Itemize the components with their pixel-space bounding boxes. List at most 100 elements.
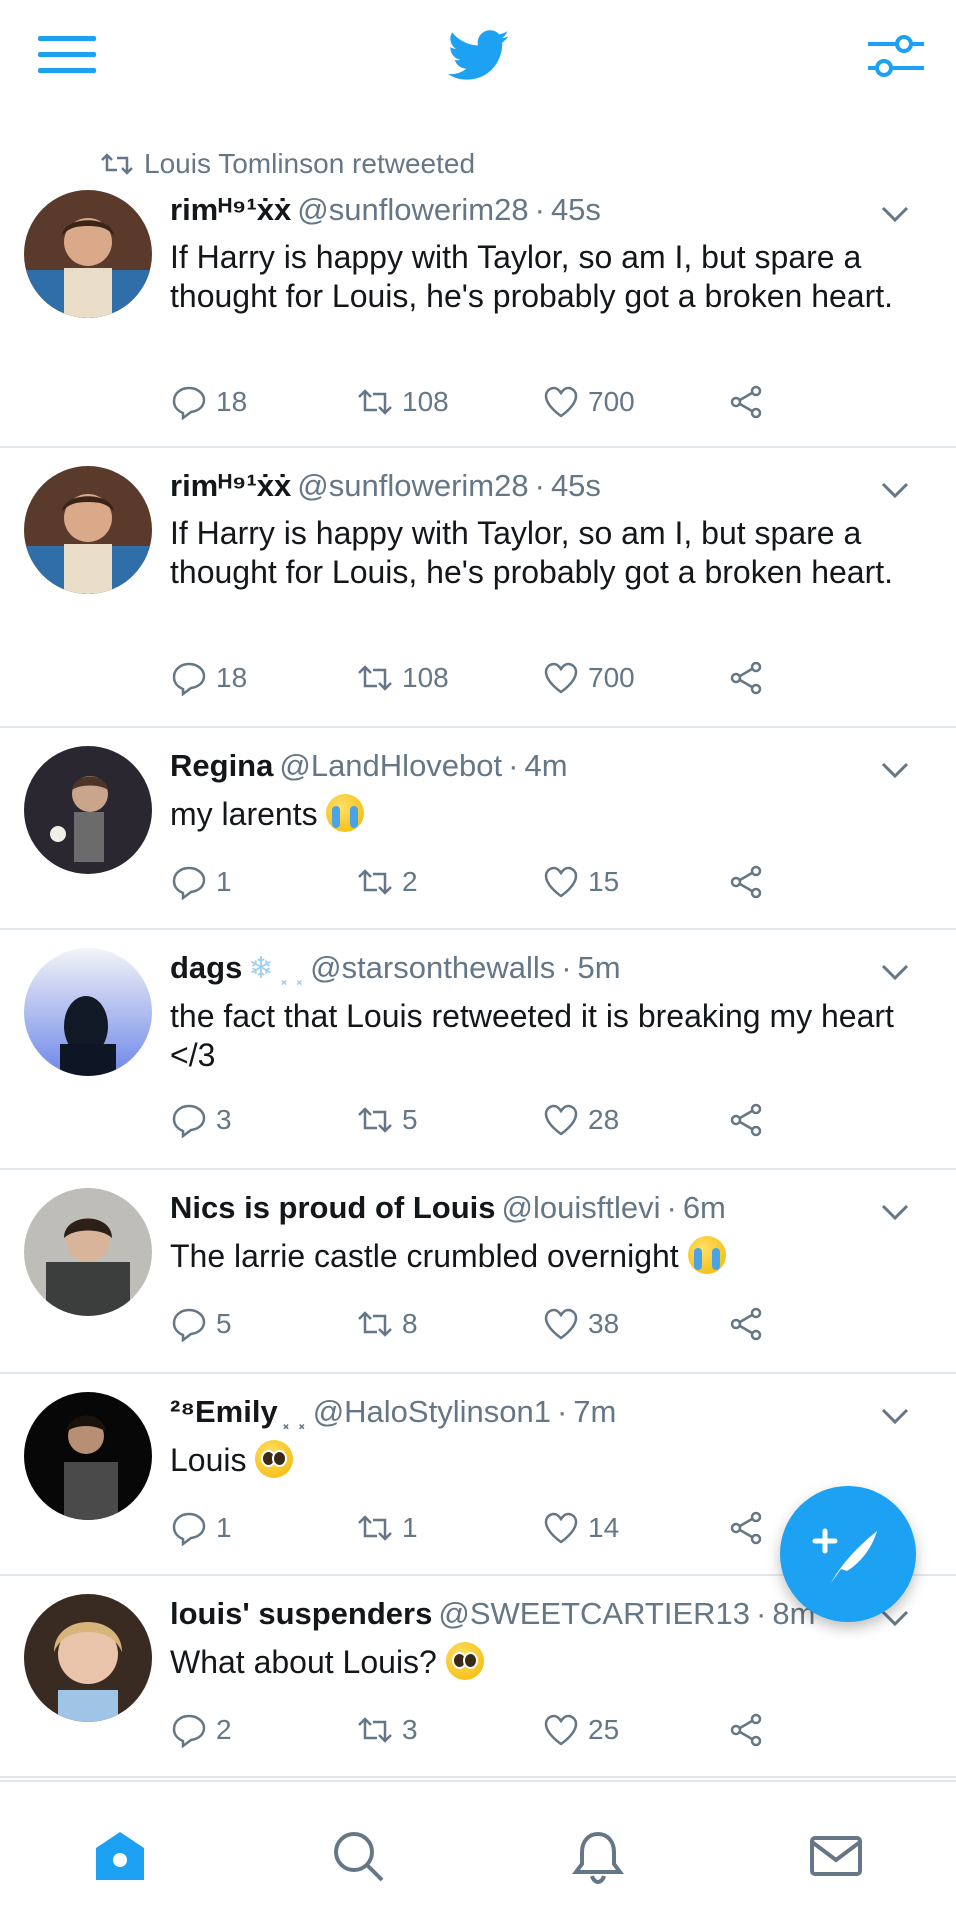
share-button[interactable] bbox=[728, 384, 788, 420]
retweet-banner: Louis Tomlinson retweeted bbox=[100, 148, 475, 180]
retweet-button[interactable]: 108 bbox=[356, 384, 542, 420]
display-name[interactable]: louis' suspenders bbox=[170, 1594, 432, 1634]
like-count: 28 bbox=[588, 1104, 620, 1135]
user-handle[interactable]: @louisftlevi bbox=[502, 1188, 661, 1228]
heart-icon bbox=[544, 1104, 578, 1136]
reply-button[interactable]: 5 bbox=[170, 1306, 356, 1342]
retweet-button[interactable]: 8 bbox=[356, 1306, 542, 1342]
like-button[interactable]: 38 bbox=[542, 1306, 728, 1342]
compose-tweet-button[interactable] bbox=[780, 1486, 916, 1622]
display-name[interactable]: Regina bbox=[170, 746, 273, 786]
tweet-header: rimᴴ⁹¹ẋẋ @sunflowerim28 · 45s bbox=[170, 190, 916, 230]
chevron-down-icon[interactable] bbox=[880, 1202, 910, 1222]
reply-count: 1 bbox=[216, 1512, 232, 1543]
reply-icon bbox=[172, 386, 206, 420]
user-handle[interactable]: @sunflowerim28 bbox=[297, 190, 528, 230]
display-name[interactable]: dags bbox=[170, 948, 242, 988]
avatar[interactable] bbox=[24, 190, 152, 318]
retweet-button[interactable]: 1 bbox=[356, 1510, 542, 1546]
user-handle[interactable]: @LandHlovebot bbox=[279, 746, 502, 786]
like-button[interactable]: 15 bbox=[542, 864, 728, 900]
user-handle[interactable]: @SWEETCARTIER13 bbox=[438, 1594, 750, 1634]
user-handle[interactable]: @sunflowerim28 bbox=[297, 466, 528, 506]
like-button[interactable]: 700 bbox=[542, 384, 728, 420]
share-button[interactable] bbox=[728, 660, 788, 696]
reply-count: 1 bbox=[216, 866, 232, 897]
chevron-down-icon[interactable] bbox=[880, 760, 910, 780]
twitter-app: Louis Tomlinson retweeted rimᴴ⁹¹ẋẋ @sunf… bbox=[0, 0, 956, 1920]
heart-icon bbox=[544, 1308, 578, 1340]
reply-icon bbox=[172, 1512, 206, 1546]
chevron-down-icon[interactable] bbox=[880, 480, 910, 500]
avatar[interactable] bbox=[24, 1188, 152, 1316]
name-decoration: ⸼ ⸼ bbox=[283, 1394, 307, 1429]
retweet-banner-text: Louis Tomlinson retweeted bbox=[144, 148, 476, 179]
like-button[interactable]: 700 bbox=[542, 660, 728, 696]
reply-button[interactable]: 18 bbox=[170, 660, 356, 696]
reply-button[interactable]: 1 bbox=[170, 1510, 356, 1546]
notifications-icon[interactable] bbox=[570, 1828, 626, 1884]
tweet-text: Louis bbox=[170, 1442, 247, 1478]
timestamp: 45s bbox=[550, 468, 601, 503]
reply-button[interactable]: 3 bbox=[170, 1102, 356, 1138]
like-button[interactable]: 14 bbox=[542, 1510, 728, 1546]
heart-icon bbox=[544, 386, 578, 418]
tweet[interactable]: rimᴴ⁹¹ẋẋ @sunflowerim28 · 45s If Harry i… bbox=[0, 448, 956, 728]
chevron-down-icon[interactable] bbox=[880, 962, 910, 982]
tweet-header: Regina @LandHlovebot · 4m bbox=[170, 746, 916, 786]
share-button[interactable] bbox=[728, 1306, 788, 1342]
timestamp: 6m bbox=[682, 1190, 726, 1225]
reply-button[interactable]: 2 bbox=[170, 1712, 356, 1748]
tweet-content: ²⁸Emily ⸼ ⸼ @HaloStylinson1 · 7m Louis bbox=[170, 1392, 916, 1480]
tweet[interactable]: Louis Tomlinson retweeted rimᴴ⁹¹ẋẋ @sunf… bbox=[0, 118, 956, 448]
share-button[interactable] bbox=[728, 864, 788, 900]
retweet-button[interactable]: 2 bbox=[356, 864, 542, 900]
chevron-down-icon[interactable] bbox=[880, 204, 910, 224]
retweet-button[interactable]: 108 bbox=[356, 660, 542, 696]
retweet-icon bbox=[358, 1717, 392, 1743]
user-handle[interactable]: @HaloStylinson1 bbox=[313, 1392, 551, 1432]
avatar[interactable] bbox=[24, 746, 152, 874]
heart-icon bbox=[544, 1512, 578, 1544]
home-icon[interactable] bbox=[92, 1828, 148, 1884]
retweet-count: 8 bbox=[402, 1308, 418, 1339]
like-count: 25 bbox=[588, 1714, 620, 1745]
retweet-icon bbox=[358, 389, 392, 415]
avatar[interactable] bbox=[24, 1392, 152, 1520]
display-name[interactable]: ²⁸Emily bbox=[170, 1392, 278, 1432]
user-handle[interactable]: @starsonthewalls bbox=[310, 948, 555, 988]
tweet[interactable]: Nics is proud of Louis @louisftlevi · 6m… bbox=[0, 1170, 956, 1374]
display-name[interactable]: rimᴴ⁹¹ẋẋ bbox=[170, 466, 291, 506]
tweet[interactable]: Regina @LandHlovebot · 4m my larents 1 2… bbox=[0, 728, 956, 930]
like-button[interactable]: 25 bbox=[542, 1712, 728, 1748]
avatar[interactable] bbox=[24, 1594, 152, 1722]
like-button[interactable]: 28 bbox=[542, 1102, 728, 1138]
tweet-content: rimᴴ⁹¹ẋẋ @sunflowerim28 · 45s If Harry i… bbox=[170, 466, 916, 592]
tweet-content: Nics is proud of Louis @louisftlevi · 6m… bbox=[170, 1188, 916, 1276]
avatar[interactable] bbox=[24, 466, 152, 594]
tweet-header: rimᴴ⁹¹ẋẋ @sunflowerim28 · 45s bbox=[170, 466, 916, 506]
avatar[interactable] bbox=[24, 948, 152, 1076]
retweet-count: 2 bbox=[402, 866, 418, 897]
tweet-actions: 18 108 700 bbox=[170, 384, 790, 420]
tweet[interactable]: dags ❄ ⸼ ⸼ @starsonthewalls · 5m the fac… bbox=[0, 930, 956, 1170]
separator-dot: · bbox=[508, 748, 519, 783]
display-name[interactable]: Nics is proud of Louis bbox=[170, 1188, 496, 1228]
tweet-text: my larents bbox=[170, 796, 318, 832]
retweet-button[interactable]: 3 bbox=[356, 1712, 542, 1748]
display-name[interactable]: rimᴴ⁹¹ẋẋ bbox=[170, 190, 291, 230]
reply-button[interactable]: 18 bbox=[170, 384, 356, 420]
tweet-text: The larrie castle crumbled overnight bbox=[170, 1238, 679, 1274]
search-icon[interactable] bbox=[330, 1828, 386, 1884]
share-button[interactable] bbox=[728, 1712, 788, 1748]
hamburger-menu-icon[interactable] bbox=[38, 34, 98, 76]
share-button[interactable] bbox=[728, 1510, 788, 1546]
sliders-icon[interactable] bbox=[866, 30, 924, 82]
chevron-down-icon[interactable] bbox=[880, 1406, 910, 1426]
retweet-icon bbox=[358, 1515, 392, 1541]
messages-icon[interactable] bbox=[808, 1828, 864, 1884]
retweet-button[interactable]: 5 bbox=[356, 1102, 542, 1138]
reply-button[interactable]: 1 bbox=[170, 864, 356, 900]
reply-count: 18 bbox=[216, 386, 248, 417]
share-button[interactable] bbox=[728, 1102, 788, 1138]
